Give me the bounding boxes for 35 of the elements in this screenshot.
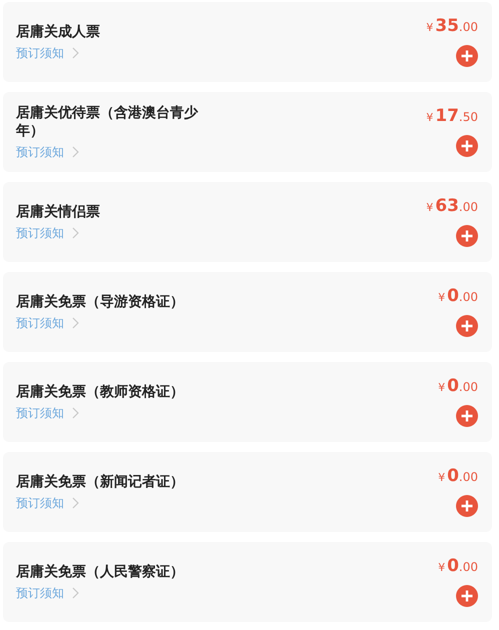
add-icon[interactable] xyxy=(456,315,478,337)
ticket-title: 居庸关免票（新闻记者证） xyxy=(16,472,184,490)
ticket-price: ¥0.00 xyxy=(438,557,478,577)
ticket-title: 居庸关免票（教师资格证） xyxy=(16,382,184,400)
notice-link[interactable]: 预订须知 xyxy=(16,404,80,422)
ticket-price: ¥0.00 xyxy=(438,287,478,307)
add-icon[interactable] xyxy=(456,405,478,427)
chevron-icon xyxy=(72,587,80,599)
add-icon[interactable] xyxy=(456,225,478,247)
notice-link[interactable]: 预订须知 xyxy=(16,44,80,62)
ticket-title: 居庸关成人票 xyxy=(16,22,100,40)
ticket-price: ¥0.00 xyxy=(438,377,478,397)
notice-link[interactable]: 预订须知 xyxy=(16,224,80,242)
chevron-icon xyxy=(72,47,80,59)
chevron-icon xyxy=(72,146,80,158)
add-icon[interactable] xyxy=(456,135,478,157)
chevron-icon xyxy=(72,407,80,419)
ticket-price: ¥17.50 xyxy=(426,107,478,127)
chevron-icon xyxy=(72,317,80,329)
ticket-title: 居庸关情侣票 xyxy=(16,202,100,220)
notice-link[interactable]: 预订须知 xyxy=(16,144,80,160)
ticket-title: 居庸关优待票（含港澳台青少年） xyxy=(16,104,200,140)
chevron-icon xyxy=(72,497,80,509)
notice-link[interactable]: 预订须知 xyxy=(16,494,80,512)
add-icon[interactable] xyxy=(456,495,478,517)
notice-link[interactable]: 预订须知 xyxy=(16,584,80,602)
ticket-price: ¥35.00 xyxy=(426,17,478,37)
add-icon[interactable] xyxy=(456,585,478,607)
ticket-price: ¥63.00 xyxy=(426,197,478,217)
chevron-icon xyxy=(72,227,80,239)
ticket-title: 居庸关免票（人民警察证） xyxy=(16,562,184,580)
ticket-title: 居庸关免票（导游资格证） xyxy=(16,292,184,310)
add-icon[interactable] xyxy=(456,45,478,67)
ticket-price: ¥0.00 xyxy=(438,467,478,487)
notice-link[interactable]: 预订须知 xyxy=(16,314,80,332)
